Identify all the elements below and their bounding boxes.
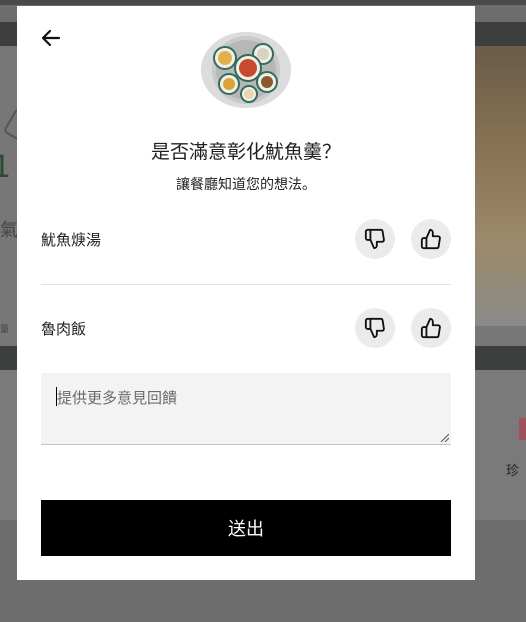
dish-row: 魷魚焿湯 xyxy=(41,217,451,261)
rating-dialog: 是否滿意彰化魷魚羹？ 讓餐廳知道您的想法。 魷魚焿湯 魯肉飯 提供更多意見回饋 … xyxy=(17,6,475,580)
thumbs-up-button[interactable] xyxy=(411,308,451,348)
thumbs-down-icon xyxy=(364,317,385,339)
background-item-label: 珍 xyxy=(506,464,520,479)
text-caret xyxy=(56,387,57,406)
thumbs-up-icon xyxy=(420,317,441,339)
thumbs-down-button[interactable] xyxy=(355,219,395,259)
arrow-left-icon xyxy=(41,29,61,47)
dish-row: 魯肉飯 xyxy=(41,306,451,350)
background-food-photo xyxy=(475,46,526,326)
background-small-text: 量 xyxy=(0,325,10,335)
thumbs-down-button[interactable] xyxy=(355,308,395,348)
dish-name: 魯肉飯 xyxy=(41,320,87,338)
feedback-placeholder: 提供更多意見回饋 xyxy=(57,389,178,407)
dish-name: 魷魚焿湯 xyxy=(41,231,102,249)
background-text: 氣 xyxy=(0,220,18,241)
resize-handle-icon[interactable] xyxy=(439,432,449,442)
feedback-textarea[interactable]: 提供更多意見回饋 xyxy=(41,373,451,445)
dialog-title: 是否滿意彰化魷魚羹？ xyxy=(150,141,341,163)
submit-button[interactable]: 送出 xyxy=(41,500,451,556)
divider xyxy=(41,284,451,285)
restaurant-avatar xyxy=(201,32,291,108)
background-thumbnail xyxy=(519,418,526,440)
background-topbar xyxy=(0,0,526,5)
background-rating-number: 1 xyxy=(0,150,12,185)
dialog-subtitle: 讓餐廳知道您的想法。 xyxy=(176,177,316,193)
thumbs-up-icon xyxy=(420,228,441,250)
back-button[interactable] xyxy=(39,26,63,50)
thumbs-down-icon xyxy=(364,228,385,250)
thumbs-up-button[interactable] xyxy=(411,219,451,259)
